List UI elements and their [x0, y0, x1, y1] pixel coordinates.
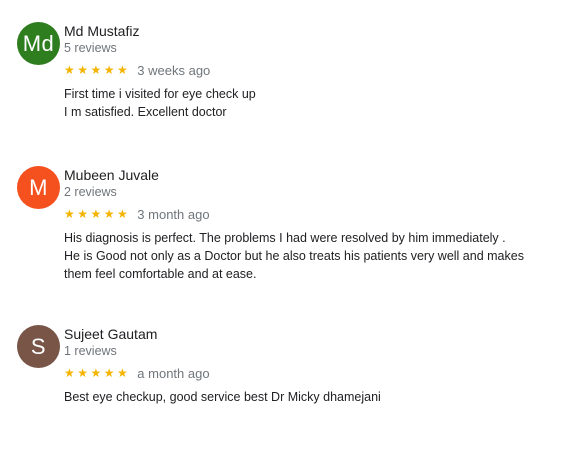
review-date: 3 weeks ago — [137, 62, 211, 78]
review-text: Best eye checkup, good service best Dr M… — [64, 388, 554, 406]
reviewer-name[interactable]: Mubeen Juvale — [64, 167, 159, 183]
review-count: 5 reviews — [64, 41, 117, 55]
reviewer-name[interactable]: Md Mustafiz — [64, 23, 139, 39]
reviewer-name[interactable]: Sujeet Gautam — [64, 326, 157, 342]
review-text: First time i visited for eye check up I … — [64, 85, 554, 121]
review-count: 1 reviews — [64, 344, 117, 358]
review-text-line: Best eye checkup, good service best Dr M… — [64, 390, 381, 404]
review-text-line: I m satisfied. Excellent doctor — [64, 105, 227, 119]
rating-row: ★★★★★ a month ago — [64, 365, 210, 381]
rating-row: ★★★★★ 3 month ago — [64, 206, 210, 222]
review-date: a month ago — [137, 365, 210, 381]
review-text-line: them feel comfortable and at ease. — [64, 267, 257, 281]
review-text-line: First time i visited for eye check up — [64, 87, 256, 101]
avatar[interactable]: Md — [17, 22, 60, 65]
star-rating-icon: ★★★★★ — [64, 366, 131, 380]
review-count: 2 reviews — [64, 185, 117, 199]
review-text-line: His diagnosis is perfect. The problems I… — [64, 231, 506, 245]
star-rating-icon: ★★★★★ — [64, 207, 131, 221]
review-text-line: He is Good not only as a Doctor but he a… — [64, 249, 524, 263]
review-date: 3 month ago — [137, 206, 210, 222]
rating-row: ★★★★★ 3 weeks ago — [64, 62, 210, 78]
star-rating-icon: ★★★★★ — [64, 63, 131, 77]
review-text: His diagnosis is perfect. The problems I… — [64, 229, 554, 283]
avatar[interactable]: S — [17, 325, 60, 368]
avatar[interactable]: M — [17, 166, 60, 209]
